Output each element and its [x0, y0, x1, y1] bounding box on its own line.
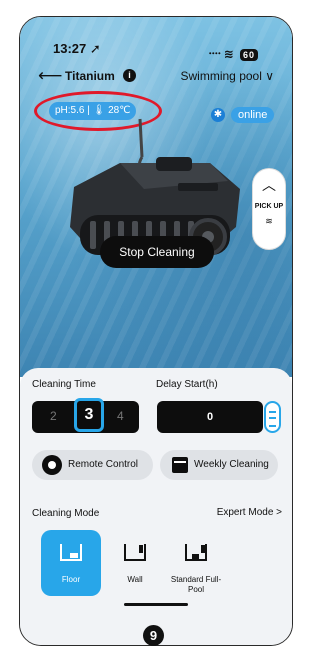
cleaning-time-label: Cleaning Time: [32, 379, 96, 390]
menu-toggle-button[interactable]: [264, 401, 281, 433]
time-option-prev[interactable]: 2: [50, 409, 57, 423]
stop-cleaning-button[interactable]: Stop Cleaning: [100, 236, 214, 268]
mode-standard-button[interactable]: Standard Full-Pool: [166, 530, 226, 596]
status-time: 13:27 ➚: [53, 41, 101, 56]
signal-wifi-icon: ᠁ ≋: [206, 47, 234, 61]
step-number-badge: 9: [143, 625, 164, 646]
phone-screen: 13:27 ➚ ᠁ ≋ 60 ⟵ Titanium i Swimming poo…: [19, 16, 293, 646]
remote-control-label: Remote Control: [68, 459, 139, 470]
time-option-selected[interactable]: 3: [74, 398, 104, 432]
weekly-cleaning-button[interactable]: Weekly Cleaning: [160, 450, 278, 480]
pool-selector-dropdown[interactable]: Swimming pool ∨: [181, 69, 274, 83]
delay-start-label: Delay Start(h): [156, 379, 218, 390]
mode-wall-label: Wall: [127, 575, 143, 584]
weekly-cleaning-label: Weekly Cleaning: [194, 459, 269, 470]
nav-bar: ⟵ Titanium i Swimming pool ∨: [20, 67, 292, 89]
time-option-next[interactable]: 4: [117, 409, 124, 423]
status-icons: ᠁ ≋ 60: [206, 41, 258, 62]
mode-floor-label: Floor: [61, 575, 81, 584]
home-indicator: [124, 603, 188, 606]
mode-standard-label: Standard Full-Pool: [170, 575, 222, 594]
delay-start-input[interactable]: 0: [157, 401, 263, 433]
full-pool-mode-icon: [185, 544, 207, 561]
pick-up-button[interactable]: ︿ PICK UP ≋: [253, 169, 285, 249]
battery-icon: 60: [239, 49, 258, 61]
wall-mode-icon: [124, 544, 146, 561]
remote-control-button[interactable]: Remote Control: [32, 450, 153, 480]
expert-mode-link[interactable]: Expert Mode >: [217, 507, 282, 518]
cleaning-mode-label: Cleaning Mode: [32, 508, 100, 519]
back-arrow-icon[interactable]: ⟵: [38, 67, 62, 85]
mode-floor-button[interactable]: Floor: [41, 530, 101, 596]
menu-icon: [269, 411, 276, 427]
cleaning-time-picker[interactable]: 2 3 4: [32, 398, 139, 433]
wave-icon: ≋: [265, 216, 273, 226]
mode-wall-button[interactable]: Wall: [105, 530, 165, 596]
pick-up-label: PICK UP: [254, 203, 284, 210]
joystick-icon: [42, 455, 62, 475]
floor-mode-icon: [60, 544, 82, 561]
status-bar: 13:27 ➚ ᠁ ≋ 60: [20, 41, 292, 61]
device-title: Titanium: [65, 69, 115, 83]
calendar-icon: [172, 457, 188, 473]
info-icon[interactable]: i: [123, 69, 136, 82]
chevron-up-icon: ︿: [262, 177, 276, 193]
